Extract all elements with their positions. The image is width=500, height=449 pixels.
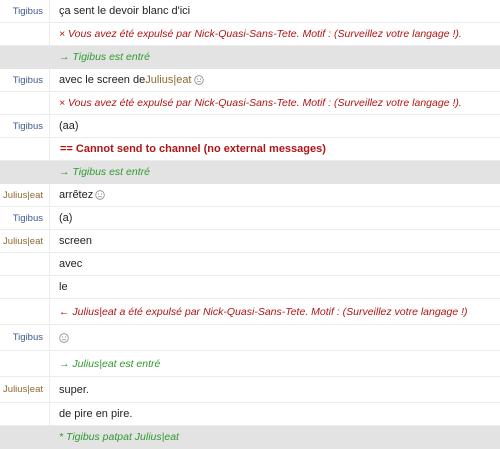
join-notice: → Tigibus est entré — [59, 50, 150, 63]
nick-label[interactable]: Tigibus — [0, 115, 50, 137]
join-notice: → Julius|eat est entré — [59, 357, 161, 370]
message-text: le — [59, 280, 68, 293]
nick-label-empty — [0, 138, 50, 160]
error-row: == Cannot send to channel (no external m… — [0, 138, 500, 161]
sad-face-icon — [59, 332, 69, 343]
nick-label[interactable]: Julius|eat — [0, 184, 50, 206]
message-row: le — [0, 276, 500, 299]
message-text: arrêtez — [59, 188, 94, 201]
kick-notice-row: ← Julius|eat a été expulsé par Nick-Quas… — [0, 299, 500, 325]
inline-nick-mention[interactable]: Julius|eat — [145, 69, 191, 92]
nick-label-empty — [0, 46, 50, 68]
message-text: avec le screen de — [59, 73, 146, 86]
message-row: avec — [0, 253, 500, 276]
chat-log: Tigibus ça sent le devoir blanc d'ici × … — [0, 0, 500, 449]
message-text: (aa) — [59, 119, 79, 132]
message-row: Julius|eat screen — [0, 230, 500, 253]
nick-label-empty — [0, 403, 50, 425]
message-text: screen — [59, 234, 93, 247]
join-notice-row: → Tigibus est entré — [0, 161, 500, 184]
message-row: Tigibus ça sent le devoir blanc d'ici — [0, 0, 500, 23]
nick-label[interactable]: Julius|eat — [0, 377, 50, 402]
error-message: == Cannot send to channel (no external m… — [60, 142, 326, 155]
message-text: avec — [59, 257, 83, 270]
kick-notice: × Vous avez été expulsé par Nick-Quasi-S… — [59, 27, 462, 40]
nick-label[interactable]: Tigibus — [0, 69, 50, 91]
message-row: Julius|eat arrêtez — [0, 184, 500, 207]
join-notice-row: → Julius|eat est entré — [0, 351, 500, 377]
nick-label-empty — [0, 299, 50, 324]
join-notice-row: → Tigibus est entré — [0, 46, 500, 69]
message-text: super. — [59, 383, 89, 396]
message-row: Tigibus (aa) — [0, 115, 500, 138]
kick-notice: × Vous avez été expulsé par Nick-Quasi-S… — [59, 96, 462, 109]
message-content: avec le screen de Julius|eat — [50, 69, 500, 91]
message-text: de pire en pire. — [59, 407, 133, 420]
nick-label-empty — [0, 276, 50, 298]
message-row: Tigibus — [0, 325, 500, 351]
nick-label-empty — [0, 161, 50, 183]
nick-label[interactable]: Julius|eat — [0, 230, 50, 252]
nick-label-empty — [0, 253, 50, 275]
kick-notice-row: × Vous avez été expulsé par Nick-Quasi-S… — [0, 23, 500, 46]
message-row: Tigibus (a) — [0, 207, 500, 230]
sad-face-icon — [95, 190, 105, 200]
message-text: (a) — [59, 211, 73, 224]
nick-label[interactable]: Tigibus — [0, 207, 50, 229]
nick-label-empty — [0, 23, 50, 45]
action-row: * Tigibus patpat Julius|eat — [0, 426, 500, 449]
kick-notice: ← Julius|eat a été expulsé par Nick-Quas… — [59, 305, 468, 318]
nick-label-empty — [0, 92, 50, 114]
join-notice: → Tigibus est entré — [59, 165, 150, 178]
message-content: arrêtez — [50, 184, 500, 206]
nick-label[interactable]: Tigibus — [0, 325, 50, 350]
message-row: Tigibus avec le screen de Julius|eat — [0, 69, 500, 92]
smiley-icon — [193, 75, 204, 85]
nick-label-empty — [0, 351, 50, 376]
message-text: ça sent le devoir blanc d'ici — [59, 4, 191, 17]
message-content — [50, 325, 500, 350]
message-row: de pire en pire. — [0, 403, 500, 426]
kick-notice-row: × Vous avez été expulsé par Nick-Quasi-S… — [0, 92, 500, 115]
message-row: Julius|eat super. — [0, 377, 500, 403]
nick-label[interactable]: Tigibus — [0, 0, 50, 22]
